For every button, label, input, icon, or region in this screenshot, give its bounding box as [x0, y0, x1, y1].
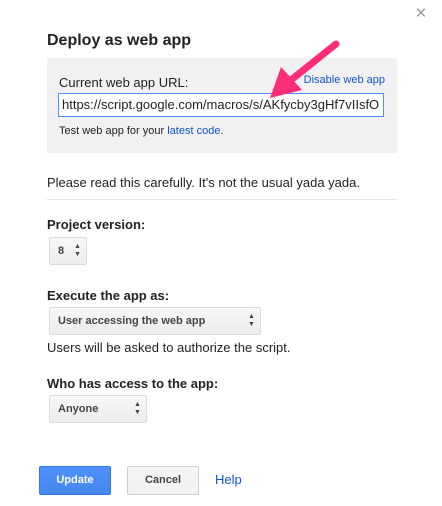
execute-as-select[interactable]: User accessing the web app ▲ ▼	[49, 307, 261, 335]
up-down-arrows-icon: ▲ ▼	[74, 243, 81, 258]
project-version-label: Project version:	[47, 217, 146, 232]
execute-as-label: Execute the app as:	[47, 288, 170, 303]
test-prefix-text: Test web app for your	[59, 125, 168, 137]
url-panel: Current web app URL: Disable web app htt…	[47, 58, 397, 153]
url-label: Current web app URL:	[59, 75, 189, 90]
update-button[interactable]: Update	[39, 466, 111, 495]
up-down-arrows-icon: ▲ ▼	[134, 401, 141, 416]
execute-as-value: User accessing the web app	[58, 315, 206, 327]
latest-code-link[interactable]: latest code	[167, 125, 220, 137]
help-link[interactable]: Help	[215, 472, 242, 487]
test-web-app-line: Test web app for your latest code.	[59, 125, 224, 137]
dialog-title: Deploy as web app	[47, 32, 192, 49]
project-version-select[interactable]: 8 ▲ ▼	[49, 237, 87, 265]
close-icon[interactable]: ×	[413, 4, 429, 23]
cancel-button[interactable]: Cancel	[127, 466, 199, 495]
access-label: Who has access to the app:	[47, 376, 219, 391]
access-select[interactable]: Anyone ▲ ▼	[49, 395, 147, 423]
web-app-url-field[interactable]: https://script.google.com/macros/s/AKfyc…	[58, 93, 384, 117]
disable-web-app-link[interactable]: Disable web app	[304, 74, 385, 86]
project-version-value: 8	[58, 245, 65, 257]
deploy-web-app-dialog: × Deploy as web app Current web app URL:…	[0, 0, 442, 506]
notice-text: Please read this carefully. It's not the…	[47, 175, 360, 190]
divider	[47, 199, 397, 200]
execute-as-helper: Users will be asked to authorize the scr…	[47, 340, 291, 355]
test-suffix-text: .	[220, 125, 224, 137]
access-value: Anyone	[58, 403, 99, 415]
up-down-arrows-icon: ▲ ▼	[248, 313, 255, 328]
